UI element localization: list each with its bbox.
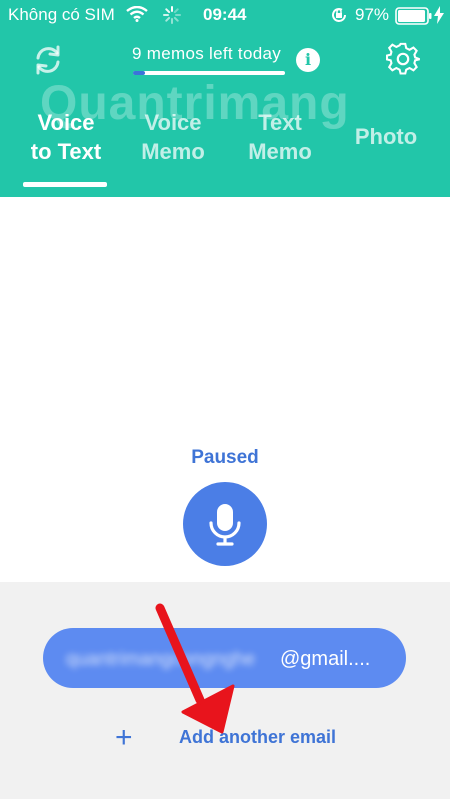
gear-icon[interactable] [386,42,420,76]
battery-icon [395,7,432,25]
memos-progress-bar [133,71,285,75]
status-bar: Không có SIM 09:44 97% [0,0,450,30]
clock-time: 09:44 [203,5,247,24]
microphone-icon [209,504,241,546]
email-domain: @gmail.... [280,648,371,670]
info-icon[interactable]: i [296,48,320,72]
email-username-blurred: quantrimangcongnghe [66,649,256,670]
tab-label-line1: Voice [144,110,202,135]
active-tab-indicator [23,182,107,187]
tab-text-memo[interactable]: Text Memo [243,108,317,166]
charging-bolt-icon [434,6,444,24]
record-button[interactable] [183,482,267,566]
memos-left-label: 9 memos left today [132,44,282,63]
app-header: Không có SIM 09:44 97% Quantrimang 9 mem… [0,0,450,197]
sync-icon[interactable] [30,42,66,78]
recording-status: Paused [191,447,259,468]
loading-spinner-icon [163,6,181,24]
tab-voice-to-text[interactable]: Voice to Text [24,108,108,166]
tab-photo[interactable]: Photo [350,122,422,151]
tab-voice-memo[interactable]: Voice Memo [136,108,210,166]
memos-progress-fill [133,71,146,75]
tab-label-line1: Photo [354,124,418,149]
email-panel [0,582,450,799]
tab-label-line2: Memo [248,139,312,164]
carrier-label: Không có SIM [8,5,115,24]
tab-label-line2: to Text [30,139,102,164]
tab-label-line2: Memo [141,139,205,164]
battery-percent: 97% [355,5,390,24]
add-another-email-link[interactable]: Add another email [179,727,336,748]
tab-label-line1: Text [258,110,302,135]
tab-label-line1: Voice [37,110,95,135]
wifi-icon [126,6,148,22]
plus-icon[interactable]: + [115,723,133,753]
orientation-lock-icon [332,8,346,22]
